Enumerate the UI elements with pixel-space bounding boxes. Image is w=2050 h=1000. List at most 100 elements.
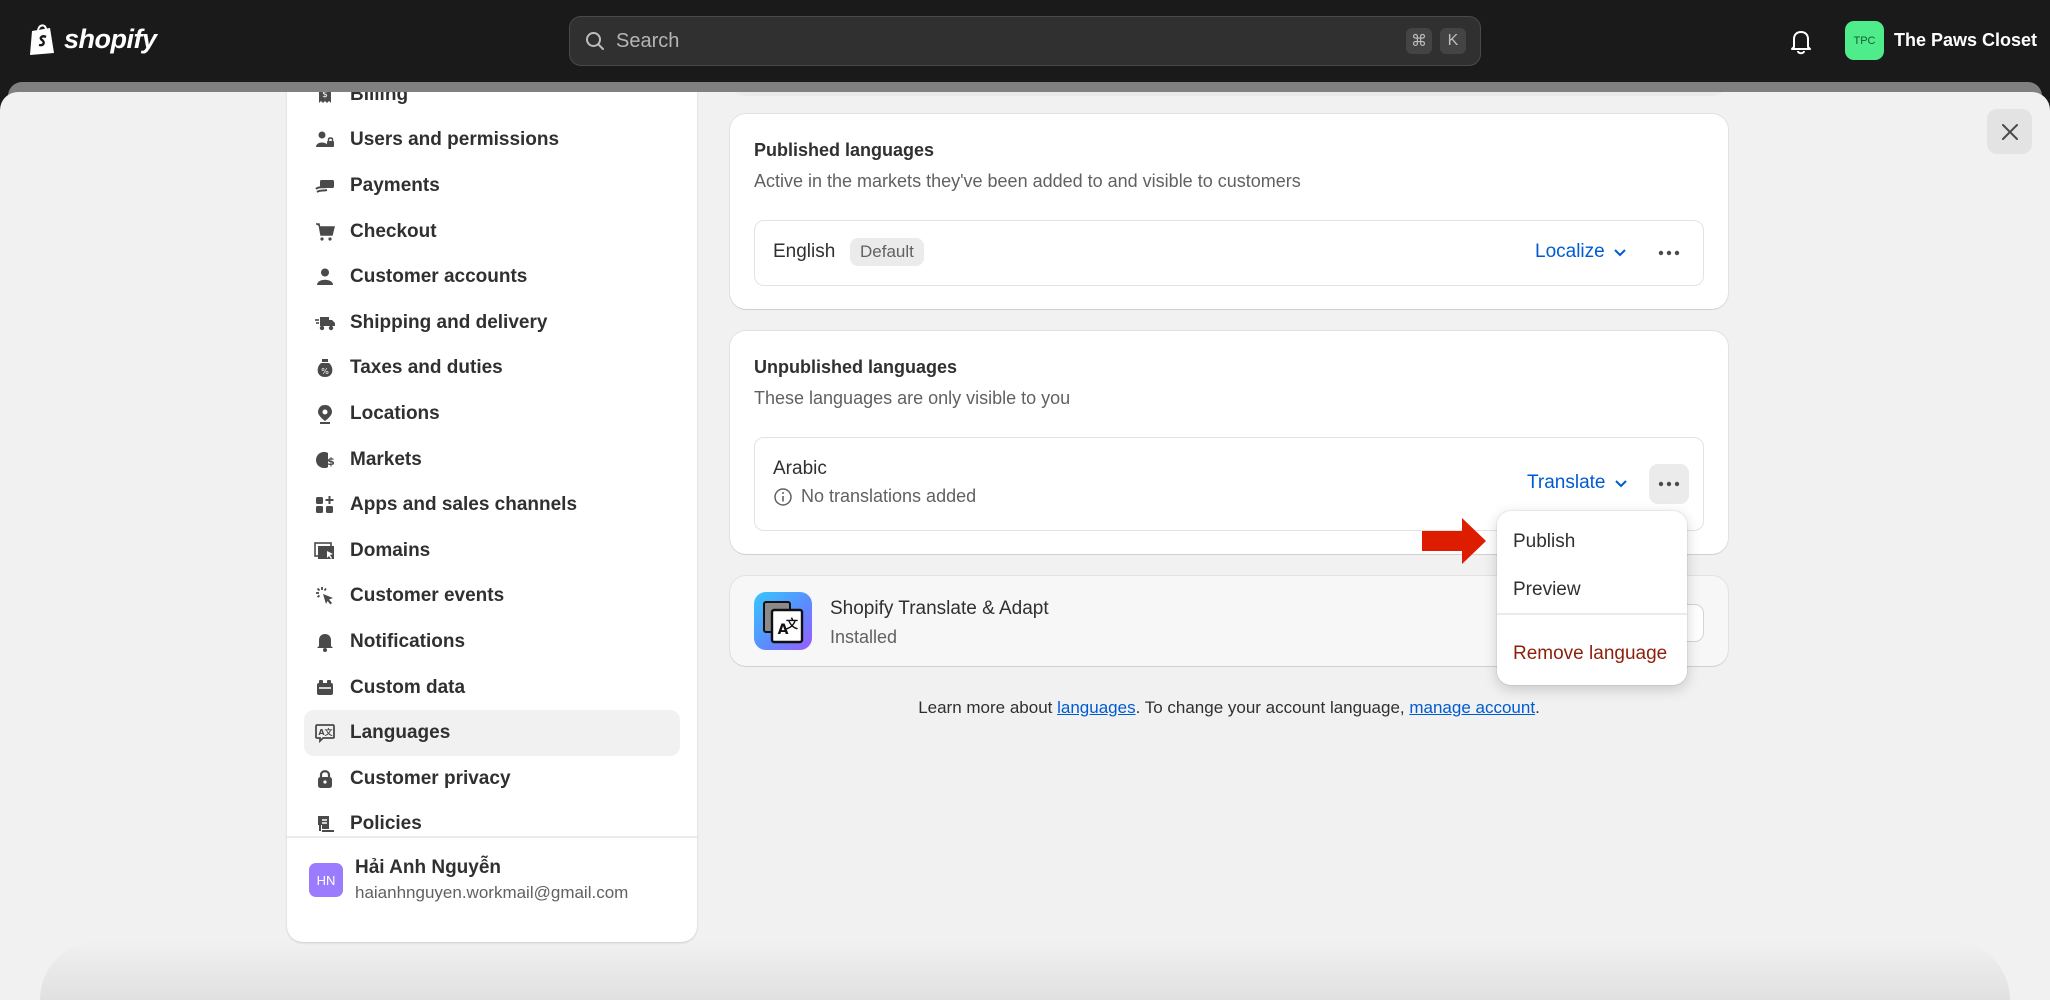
billing-icon: $ xyxy=(314,92,336,106)
person-icon xyxy=(314,266,336,288)
notifications-bell-icon[interactable] xyxy=(1788,28,1814,56)
language-row-english: English Default Localize xyxy=(754,220,1704,286)
sidebar-item-markets[interactable]: $ Markets xyxy=(304,437,680,483)
sidebar-item-label: Customer privacy xyxy=(350,767,511,789)
default-badge: Default xyxy=(850,238,924,266)
apps-icon xyxy=(314,494,336,516)
sidebar-item-label: Billing xyxy=(350,92,409,105)
app-name: Shopify Translate & Adapt xyxy=(830,598,1049,619)
app-status: Installed xyxy=(830,627,898,647)
sidebar-item-customer-accounts[interactable]: Customer accounts xyxy=(304,254,680,300)
sidebar-item-customer-privacy[interactable]: Customer privacy xyxy=(304,756,680,802)
user-account[interactable]: HN Hải Anh Nguyễn haianhnguyen.workmail@… xyxy=(309,857,628,903)
sidebar-item-label: Customer events xyxy=(350,585,505,607)
localize-label: Localize xyxy=(1535,241,1605,262)
sidebar-item-users-and-permissions[interactable]: Users and permissions xyxy=(304,118,680,164)
close-icon xyxy=(2001,123,2018,140)
chevron-down-icon xyxy=(1614,249,1626,257)
unpublished-title: Unpublished languages xyxy=(754,357,958,377)
sidebar-item-billing[interactable]: $ Billing xyxy=(304,92,680,118)
payments-icon xyxy=(314,175,336,197)
published-languages-card: Published languages Active in the market… xyxy=(730,114,1728,309)
lock-icon xyxy=(314,768,336,790)
info-icon xyxy=(774,487,792,506)
location-pin-icon xyxy=(314,403,336,425)
sidebar-item-apps-and-sales-channels[interactable]: Apps and sales channels xyxy=(304,482,680,528)
svg-text:$: $ xyxy=(327,455,335,468)
ellipsis-icon xyxy=(1658,481,1680,487)
sidebar-item-label: Payments xyxy=(350,174,440,196)
footer-help-text: Learn more about languages. To change yo… xyxy=(730,698,1728,718)
annotation-arrow-icon xyxy=(1422,518,1486,564)
sidebar-item-domains[interactable]: Domains xyxy=(304,528,680,574)
footer-prefix: Learn more about xyxy=(918,698,1058,717)
sidebar-item-locations[interactable]: Locations xyxy=(304,391,680,437)
sidebar-item-notifications[interactable]: Notifications xyxy=(304,619,680,665)
shopify-logo[interactable]: shopify xyxy=(28,22,157,56)
sidebar-item-label: Languages xyxy=(350,722,451,744)
sidebar-item-custom-data[interactable]: Custom data xyxy=(304,665,680,711)
language-name: Arabic xyxy=(773,458,827,479)
close-settings-button[interactable] xyxy=(1987,109,2032,154)
brand-name: shopify xyxy=(64,23,157,54)
svg-text:文: 文 xyxy=(786,616,799,631)
sidebar-item-customer-events[interactable]: Customer events xyxy=(304,574,680,620)
sidebar-item-label: Taxes and duties xyxy=(350,357,503,379)
sidebar-item-label: Apps and sales channels xyxy=(350,494,578,516)
top-bar: shopify Search ⌘ K TPC The Paws Closet xyxy=(0,0,2050,82)
translate-app-icon: A 文 xyxy=(754,592,812,650)
search-bar[interactable]: Search ⌘ K xyxy=(569,16,1481,66)
localize-button[interactable]: Localize xyxy=(1535,241,1627,263)
command-key: ⌘ xyxy=(1406,28,1432,54)
translate-button[interactable]: Translate xyxy=(1527,472,1628,494)
chevron-down-icon xyxy=(1614,480,1627,488)
sidebar-item-label: Custom data xyxy=(350,676,466,698)
truck-icon xyxy=(314,312,336,334)
menu-divider xyxy=(1497,613,1687,615)
custom-data-icon xyxy=(314,677,336,699)
published-subtitle: Active in the markets they've been added… xyxy=(754,171,1301,191)
menu-item-preview[interactable]: Preview xyxy=(1513,579,1581,601)
policies-icon xyxy=(314,813,336,835)
sidebar-item-policies[interactable]: Policies xyxy=(304,802,680,848)
ellipsis-icon xyxy=(1658,250,1680,256)
svg-text:$: $ xyxy=(322,92,328,100)
footer-suffix: . xyxy=(1535,698,1540,717)
languages-link[interactable]: languages xyxy=(1057,698,1135,717)
shopify-bag-icon xyxy=(30,24,54,55)
language-icon: A文 xyxy=(314,722,336,744)
store-name: The Paws Closet xyxy=(1894,30,2038,50)
search-icon xyxy=(586,32,604,50)
sheet-shadow xyxy=(40,940,2010,1000)
sidebar-item-label: Locations xyxy=(350,402,440,424)
sidebar-item-label: Customer accounts xyxy=(350,266,528,288)
menu-item-remove-language[interactable]: Remove language xyxy=(1513,643,1667,665)
domains-icon xyxy=(314,540,336,562)
sidebar-item-checkout[interactable]: Checkout xyxy=(304,209,680,255)
translation-status: No translations added xyxy=(773,486,976,507)
manage-account-link[interactable]: manage account xyxy=(1409,698,1535,717)
user-email: haianhnguyen.workmail@gmail.com xyxy=(355,883,629,902)
english-more-actions-button[interactable] xyxy=(1649,233,1689,273)
sidebar-item-shipping-and-delivery[interactable]: Shipping and delivery xyxy=(304,300,680,346)
published-title: Published languages xyxy=(754,140,935,160)
sidebar-item-label: Notifications xyxy=(350,630,466,652)
settings-nav: $ Billing Users and permissions Payments… xyxy=(304,92,680,847)
sidebar-item-taxes-and-duties[interactable]: % Taxes and duties xyxy=(304,346,680,392)
sidebar-item-languages[interactable]: A文 Languages xyxy=(304,710,680,756)
cursor-click-icon xyxy=(314,585,336,607)
sidebar-item-label: Shipping and delivery xyxy=(350,311,548,333)
arabic-more-actions-button[interactable] xyxy=(1649,464,1689,504)
store-switcher[interactable]: TPC The Paws Closet xyxy=(1845,21,2037,60)
svg-text:%: % xyxy=(321,367,329,376)
sidebar-item-payments[interactable]: Payments xyxy=(304,163,680,209)
users-icon xyxy=(314,129,336,151)
search-input[interactable]: Search xyxy=(616,30,1398,53)
settings-sidebar: $ Billing Users and permissions Payments… xyxy=(287,92,697,942)
svg-text:文: 文 xyxy=(325,727,334,737)
language-actions-menu: Publish Preview Remove language xyxy=(1497,511,1687,685)
footer-middle: . To change your account language, xyxy=(1135,698,1410,717)
sidebar-item-label: Checkout xyxy=(350,220,437,242)
sidebar-item-label: Policies xyxy=(350,813,422,835)
menu-item-publish[interactable]: Publish xyxy=(1513,531,1575,553)
